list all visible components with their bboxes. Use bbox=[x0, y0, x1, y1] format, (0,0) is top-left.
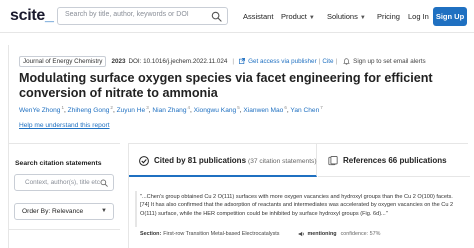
scite-logo[interactable]: scite_ bbox=[10, 7, 54, 25]
author-item[interactable]: Zuyun He3 bbox=[116, 105, 149, 115]
author-item[interactable]: Nian Zhang4 bbox=[152, 105, 190, 115]
nav-product-label: Product bbox=[281, 12, 307, 21]
divider bbox=[8, 143, 120, 144]
journal-badge[interactable]: Journal of Energy Chemistry bbox=[19, 55, 107, 67]
nav-product-menu[interactable]: Product ▼ bbox=[281, 12, 315, 21]
help-understand-link[interactable]: Help me understand this report bbox=[19, 122, 110, 129]
author-item[interactable]: WenYe Zhong1 bbox=[19, 105, 64, 115]
nav-solutions-menu[interactable]: Solutions ▼ bbox=[327, 12, 366, 21]
paper-doi[interactable]: DOI: 10.1016/j.jechem.2022.11.024 bbox=[128, 58, 227, 65]
cited-by-icon bbox=[139, 156, 149, 166]
cite-link[interactable]: Cite bbox=[322, 58, 333, 65]
references-icon bbox=[328, 156, 338, 166]
logo-suffix: _ bbox=[44, 7, 54, 24]
external-link-icon bbox=[239, 58, 246, 64]
chevron-down-icon: ▼ bbox=[308, 15, 315, 21]
signup-button[interactable]: Sign Up bbox=[433, 7, 467, 26]
author-item[interactable]: Zhiheng Gong2 bbox=[67, 105, 113, 115]
chevron-down-icon: ▼ bbox=[359, 15, 366, 21]
citation-search-placeholder: Context, author(s), title etc bbox=[25, 179, 100, 186]
author-list: WenYe Zhong1, Zhiheng Gong2, Zuyun He3, … bbox=[19, 105, 323, 114]
nav-login-link[interactable]: Log In bbox=[408, 12, 429, 21]
tab-cited-by[interactable]: Cited by 81 publications (37 citation sta… bbox=[129, 144, 317, 177]
paper-year: 2023 bbox=[111, 57, 126, 65]
bell-icon bbox=[343, 57, 350, 65]
email-alerts-link[interactable]: Sign up to set email alerts bbox=[353, 58, 425, 65]
paper-title: Modulating surface oxygen species via fa… bbox=[19, 71, 433, 100]
order-by-value: Order By: Relevance bbox=[22, 208, 84, 215]
author-name: Zhiheng Gong bbox=[67, 107, 110, 115]
mentioning-icon bbox=[298, 231, 304, 237]
search-icon[interactable] bbox=[211, 11, 222, 22]
citation-search-label: Search citation statements bbox=[15, 160, 102, 167]
author-item[interactable]: Yan Chen7 bbox=[290, 105, 323, 115]
paper-meta-row: Journal of Energy Chemistry 2023 DOI: 10… bbox=[19, 55, 426, 67]
citation-statements-count: (37 citation statements) bbox=[248, 158, 317, 165]
citation-type: mentioning bbox=[307, 231, 337, 237]
author-name: WenYe Zhong bbox=[19, 107, 61, 115]
citation-snippet: "...Chen's group obtained Cu 2 O(111) su… bbox=[140, 194, 454, 217]
top-nav: scite_ Search by title, author, keywords… bbox=[0, 0, 474, 33]
citation-confidence: confidence: 57% bbox=[340, 231, 381, 237]
citation-footer: Section: First-row Transition Metal-base… bbox=[140, 231, 380, 237]
divider bbox=[8, 229, 120, 230]
cited-by-count: Cited by 81 publications bbox=[154, 156, 247, 165]
section-value: First-row Transition Metal-based Electro… bbox=[163, 231, 280, 237]
nav-assistant-link[interactable]: Assistant bbox=[243, 12, 273, 21]
meta-separator: | bbox=[318, 57, 321, 65]
author-name: Zuyun He bbox=[116, 107, 146, 115]
meta-separator: | bbox=[232, 57, 235, 65]
chevron-down-icon: ▼ bbox=[101, 208, 107, 214]
access-publisher-link[interactable]: Get access via publisher bbox=[248, 58, 317, 65]
author-name: Nian Zhang bbox=[152, 107, 187, 115]
citation-search-input[interactable]: Context, author(s), title etc bbox=[14, 174, 114, 191]
author-item[interactable]: Xianwen Mao6 bbox=[243, 105, 286, 115]
tab-cited-by-label: Cited by 81 publications (37 citation sta… bbox=[154, 156, 317, 165]
logo-text: scite bbox=[10, 7, 45, 24]
author-index: 7 bbox=[320, 105, 323, 110]
tab-references[interactable]: References 66 publications bbox=[318, 144, 470, 177]
section-label: Section: bbox=[140, 231, 162, 237]
author-item[interactable]: Xiongwu Kang5 bbox=[193, 105, 240, 115]
author-name: Xianwen Mao bbox=[243, 107, 284, 115]
search-input[interactable]: Search by title, author, keywords or DOI bbox=[57, 7, 228, 25]
search-icon[interactable] bbox=[100, 179, 108, 187]
order-by-select[interactable]: Order By: Relevance ▼ bbox=[14, 203, 114, 220]
search-placeholder: Search by title, author, keywords or DOI bbox=[65, 11, 189, 18]
author-name: Xiongwu Kang bbox=[193, 107, 237, 115]
meta-separator: | bbox=[335, 57, 338, 65]
snippet-quote-bar bbox=[135, 191, 137, 227]
nav-pricing-link[interactable]: Pricing bbox=[377, 12, 400, 21]
author-name: Yan Chen bbox=[290, 107, 320, 115]
nav-solutions-label: Solutions bbox=[327, 12, 358, 21]
tab-references-label: References 66 publications bbox=[343, 156, 447, 165]
